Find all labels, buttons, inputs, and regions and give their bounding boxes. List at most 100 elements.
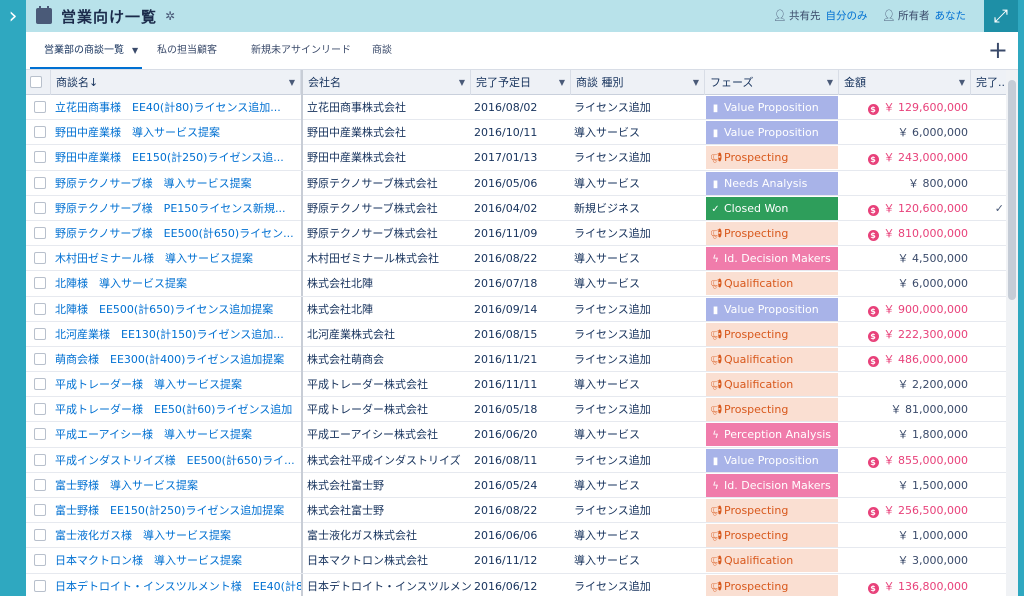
row-checkbox[interactable] <box>34 101 46 113</box>
table-row[interactable]: 野田中産業様 EE150(計250)ライゼンス追... 野田中産業株式会社 2017… <box>26 145 1018 171</box>
row-checkbox[interactable] <box>34 579 46 592</box>
table-row[interactable]: 富士野様 導入サービス提案 株式会社富士野 2016/05/24 導入サービス ϟ Id.… <box>26 472 1018 498</box>
chevron-down-icon[interactable]: ▼ <box>459 70 465 95</box>
close-date-cell: 2016/06/06 <box>474 529 538 543</box>
deal-name-link[interactable]: 野田中産業様 EE150(計250)ライゼンス追... <box>51 145 301 170</box>
row-checkbox[interactable] <box>34 352 46 365</box>
deal-name-link[interactable]: 木村田ゼミナール様 導入サービス提案 <box>51 246 301 271</box>
row-checkbox[interactable] <box>34 529 46 542</box>
row-checkbox[interactable] <box>34 504 46 516</box>
column-header-amount[interactable]: 金額 ▼ <box>839 70 971 95</box>
deal-name-link[interactable]: 野原テクノサーブ様 PE150ライセンス新規... <box>51 196 301 221</box>
table-row[interactable]: 日本マクトロン様 導入サービス提案 日本マクトロン株式会社 2016/11/12 導入… <box>26 548 1018 574</box>
deal-name-link[interactable]: 富士野様 導入サービス提案 <box>51 473 301 498</box>
column-header-company[interactable]: 会社名 ▼ <box>301 70 471 95</box>
amount-cell: ￥ 800,000 <box>839 171 971 196</box>
row-checkbox[interactable] <box>34 176 46 189</box>
select-all-checkbox[interactable] <box>30 76 42 88</box>
column-header-name[interactable]: 商談名↓ ▼ <box>51 70 301 95</box>
bookmark-icon: ▮ <box>712 128 719 140</box>
amount-value: ￥ 4,500,000 <box>897 252 968 266</box>
shared-value-link[interactable]: 自分のみ <box>825 8 867 23</box>
table-row[interactable]: 北陣様 導入サービス提案 株式会社北陣 2016/07/18 導入サービス 📢︎Qual… <box>26 271 1018 297</box>
deal-name-link[interactable]: 平成トレーダー様 導入サービス提案 <box>51 372 301 397</box>
chevron-right-icon[interactable]: › <box>0 0 26 32</box>
tab-my-accounts[interactable]: 私の担当顧客 <box>157 32 217 69</box>
deal-name-link[interactable]: 平成エーアイシー様 導入サービス提案 <box>51 422 301 447</box>
deal-name-link[interactable]: 萌商会様 EE300(計400)ライゼンス追加提案 <box>51 347 301 372</box>
amount-cell: $ ￥ 129,600,000 <box>839 95 971 120</box>
row-checkbox[interactable] <box>34 226 46 239</box>
table-row[interactable]: 野原テクノサーブ様 PE150ライセンス新規... 野原テクノサーブ株式会社 201… <box>26 195 1018 221</box>
table-row[interactable]: 富士液化ガス様 導入サービス提案 富士液化ガス株式会社 2016/06/06 導入サー… <box>26 523 1018 549</box>
table-row[interactable]: 木村田ゼミナール様 導入サービス提案 木村田ゼミナール株式会社 2016/08/22… <box>26 246 1018 272</box>
tab-sales-dept-deals[interactable]: 営業部の商談一覧 ▼ <box>30 32 142 69</box>
row-checkbox[interactable] <box>34 277 46 290</box>
table-row[interactable]: 立花田商事様 EE40(計80)ライセンス追加... 立花田商事株式会社 2016/… <box>26 95 1018 121</box>
deal-name-link[interactable]: 立花田商事様 EE40(計80)ライセンス追加... <box>51 95 301 120</box>
table-row[interactable]: 野田中産業様 導入サービス提案 野田中産業株式会社 2016/10/11 導入サービス… <box>26 120 1018 146</box>
vertical-scrollbar[interactable] <box>1006 70 1018 596</box>
column-header-date[interactable]: 完了予定日 ▼ <box>471 70 571 95</box>
close-date-cell: 2016/08/22 <box>474 504 538 517</box>
chevron-down-icon[interactable]: ▼ <box>559 70 565 95</box>
chevron-down-icon[interactable]: ▼ <box>827 70 833 95</box>
phase-label: Qualification <box>724 554 794 568</box>
row-checkbox[interactable] <box>34 151 46 164</box>
row-checkbox[interactable] <box>34 403 46 416</box>
table-row[interactable]: 萌商会様 EE300(計400)ライゼンス追加提案 株式会社萌商会 2016/11/… <box>26 346 1018 373</box>
column-header-phase[interactable]: フェーズ ▼ <box>705 70 839 95</box>
company-cell: 富士液化ガス株式会社 <box>301 523 471 549</box>
row-checkbox[interactable] <box>34 478 46 491</box>
scrollbar-thumb[interactable] <box>1008 80 1016 300</box>
owner-value-link[interactable]: あなた <box>934 8 966 23</box>
deal-name-link[interactable]: 平成インダストリイズ様 EE500(計650)ライ... <box>51 448 301 473</box>
row-checkbox[interactable] <box>34 453 46 466</box>
chevron-down-icon[interactable]: ▼ <box>289 70 295 95</box>
deal-name-link[interactable]: 野原テクノサーブ様 EE500(計650)ライセン... <box>51 221 301 246</box>
add-tab-button[interactable]: + <box>988 37 1008 63</box>
row-checkbox[interactable] <box>34 302 46 315</box>
expand-icon[interactable]: ⤢ <box>984 0 1018 32</box>
row-checkbox[interactable] <box>34 554 46 567</box>
table-row[interactable]: 日本デトロイト・インスツルメント様 EE40(計80... 日本デトロイト・インス… <box>26 573 1018 596</box>
table-row[interactable]: 富士野様 EE150(計250)ライゼンス追加提案 株式会社富士野 2016/08/… <box>26 498 1018 524</box>
deal-type-cell: ライセンス追加 <box>574 226 651 240</box>
table-row[interactable]: 北河産業様 EE130(計150)ライゼンス追加... 北河産業株式会社 2016/… <box>26 321 1018 347</box>
phase-label: Value Proposition <box>724 126 819 140</box>
row-checkbox[interactable] <box>34 252 46 265</box>
table-row[interactable]: 野原テクノサーブ様 導入サービス提案 野原テクノサーブ株式会社 2016/05/06… <box>26 170 1018 196</box>
deal-name-link[interactable]: 野原テクノサーブ様 導入サービス提案 <box>51 171 301 196</box>
phase-badge: ▮ Value Proposition <box>706 297 838 321</box>
row-checkbox[interactable] <box>34 201 46 214</box>
deal-name-link[interactable]: 北河産業様 EE130(計150)ライゼンス追加... <box>51 322 301 347</box>
row-checkbox[interactable] <box>34 126 46 139</box>
deal-name-link[interactable]: 富士液化ガス様 導入サービス提案 <box>51 523 301 548</box>
tab-unassigned-leads[interactable]: 新規未アサインリード <box>251 32 351 69</box>
row-checkbox[interactable] <box>34 428 46 441</box>
row-checkbox[interactable] <box>34 378 46 391</box>
phase-badge: 📢︎Qualification <box>706 272 838 296</box>
table-row[interactable]: 平成エーアイシー様 導入サービス提案 平成エーアイシー株式会社 2016/06/20… <box>26 422 1018 448</box>
deal-name-link[interactable]: 北陣様 EE500(計650)ライセンス追加提案 <box>51 297 301 322</box>
deal-name-link[interactable]: 富士野様 EE150(計250)ライゼンス追加提案 <box>51 498 301 523</box>
deal-name-link[interactable]: 北陣様 導入サービス提案 <box>51 271 301 296</box>
caret-down-icon[interactable]: ▼ <box>132 46 138 55</box>
deal-name-link[interactable]: 日本マクトロン様 導入サービス提案 <box>51 548 301 573</box>
deal-name-link[interactable]: 平成トレーダー様 EE50(計60)ライゼンス追加 <box>51 397 301 422</box>
table-row[interactable]: 平成インダストリイズ様 EE500(計650)ライ... 株式会社平成インダストリ… <box>26 447 1018 473</box>
deal-name-link[interactable]: 野田中産業様 導入サービス提案 <box>51 120 301 145</box>
gear-icon[interactable]: ✲ <box>165 9 175 23</box>
row-checkbox[interactable] <box>34 327 46 340</box>
chevron-down-icon[interactable]: ▼ <box>693 70 699 95</box>
bolt-icon: ϟ <box>712 430 719 442</box>
column-header-type[interactable]: 商談 種別 ▼ <box>571 70 705 95</box>
table-row[interactable]: 平成トレーダー様 導入サービス提案 平成トレーダー株式会社 2016/11/11 導入… <box>26 372 1018 398</box>
deal-name-link[interactable]: 日本デトロイト・インスツルメント様 EE40(計80... <box>51 574 301 596</box>
table-row[interactable]: 北陣様 EE500(計650)ライセンス追加提案 株式会社北陣 2016/09/14… <box>26 296 1018 322</box>
table-row[interactable]: 野原テクノサーブ様 EE500(計650)ライセン... 野原テクノサーブ株式会社… <box>26 220 1018 247</box>
tab-deals[interactable]: 商談 <box>372 32 392 69</box>
table-row[interactable]: 平成トレーダー様 EE50(計60)ライゼンス追加 平成トレーダー株式会社 2016… <box>26 397 1018 423</box>
chevron-down-icon[interactable]: ▼ <box>959 70 965 95</box>
phase-cell: 📢︎Prospecting <box>705 574 839 596</box>
